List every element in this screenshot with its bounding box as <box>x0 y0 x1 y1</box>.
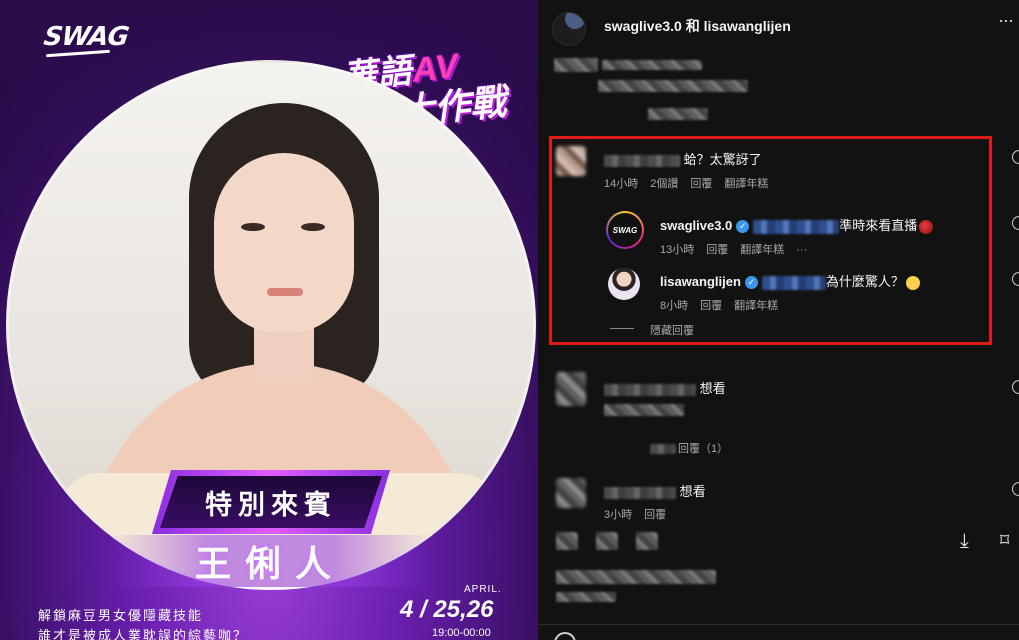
blurred-avatar <box>554 58 598 72</box>
download-icon[interactable]: ⤓ <box>960 530 969 553</box>
poster-tagline-1: 解鎖麻豆男女優隱藏技能 <box>38 608 204 623</box>
comment-meta: 3小時 回覆 <box>604 506 678 522</box>
blurred-text <box>602 60 702 70</box>
more-options-icon[interactable]: ··· <box>998 10 1014 31</box>
photo-lips <box>267 288 303 296</box>
reply-avatar-swag[interactable]: SWAG <box>606 211 644 249</box>
swag-logo: SWAG <box>41 22 131 52</box>
add-comment-bar <box>538 624 1019 640</box>
comment-time: 3小時 <box>604 509 633 521</box>
commenter-avatar-blurred[interactable] <box>556 146 586 176</box>
comment-meta: 14小時 2個讚 回覆 翻譯年糕 <box>604 175 780 191</box>
blurred-date <box>556 592 616 602</box>
reply-text: 為什麼驚人？ <box>825 274 904 289</box>
reply-username[interactable]: swaglive3.0 <box>660 218 732 233</box>
like-heart-icon[interactable] <box>1012 272 1019 286</box>
like-heart-icon[interactable] <box>1012 380 1019 394</box>
blurred-text <box>648 108 708 120</box>
blurred-text <box>650 444 676 455</box>
poster-tagline-2: 誰才是被成人業耽誤的綜藝咖？ <box>38 628 249 640</box>
poster-time: 19:00-00:00 <box>432 627 491 639</box>
photo-eye-left <box>241 223 265 231</box>
comment-text: 蛤？太驚訝了 <box>683 152 762 167</box>
reply-text: 準時來看直播 <box>839 218 918 233</box>
comment-reply-button[interactable]: 回覆 <box>644 509 666 521</box>
comment-text: 想看 <box>699 381 726 396</box>
like-heart-icon[interactable] <box>1012 150 1019 164</box>
like-heart-icon[interactable] <box>1012 216 1019 230</box>
photo-eye-right <box>301 223 325 231</box>
post-authors[interactable]: swaglive3.0 和 lisawanglijen <box>604 16 791 36</box>
commenter-name-blurred[interactable] <box>604 383 696 396</box>
post-image: SWAG 華語AV 復興大作戰 特別來賓 王俐人 解鎖麻豆男女優隱藏技能 誰才是… <box>0 0 538 640</box>
special-guest-label: 特別來賓 <box>160 476 382 528</box>
reply-reply-button[interactable]: 回覆 <box>706 244 728 256</box>
reply-username[interactable]: lisawanglijen <box>660 274 741 289</box>
comment-time: 14小時 <box>604 178 639 190</box>
blurred-meta <box>604 404 684 416</box>
comments-panel: swaglive3.0 和 lisawanglijen ··· 蛤？太驚訝了 1… <box>538 0 1019 640</box>
like-icon-blurred[interactable] <box>556 532 578 550</box>
comment-row: 想看 <box>604 378 726 397</box>
reply-meta: 13小時 回覆 翻譯年糕 ··· <box>660 241 819 257</box>
comment-row: 想看 <box>604 481 706 500</box>
hide-replies-line <box>610 328 634 329</box>
commenter-avatar-blurred[interactable] <box>556 478 586 508</box>
reply-meta: 8小時 回覆 翻譯年糕 <box>660 297 790 313</box>
verified-badge-icon: ✓ <box>744 276 758 290</box>
poster-date: 4 / 25,26 <box>400 596 494 623</box>
mention-blurred[interactable] <box>761 275 826 290</box>
post-header: swaglive3.0 和 lisawanglijen ··· <box>538 0 1019 52</box>
reply-row: lisawanglijen ✓ 為什麼驚人？ <box>660 271 920 290</box>
comment-icon-blurred[interactable] <box>596 532 618 550</box>
reply-time: 8小時 <box>660 300 689 312</box>
photo-face <box>214 153 354 333</box>
dancer-emoji-icon <box>919 219 934 234</box>
commenter-name-blurred[interactable] <box>604 154 680 167</box>
guest-name: 王俐人 <box>194 543 345 584</box>
comment-likes[interactable]: 2個讚 <box>650 178 678 190</box>
comment-reply-button[interactable]: 回覆 <box>690 178 712 190</box>
commenter-avatar-blurred[interactable] <box>556 372 586 406</box>
share-icon-blurred[interactable] <box>636 532 658 550</box>
comment-text: 想看 <box>679 484 706 499</box>
bookmark-icon[interactable]: ⌑ <box>1000 530 1009 551</box>
view-replies-label[interactable]: 回覆（1） <box>678 443 728 455</box>
hide-replies-button[interactable]: 隱藏回覆 <box>650 322 694 338</box>
nerd-face-emoji-icon <box>905 275 920 290</box>
blurred-likes <box>556 570 716 584</box>
comment-translate-button[interactable]: 翻譯年糕 <box>724 178 768 190</box>
reply-more-icon[interactable]: ··· <box>796 244 807 256</box>
mention-blurred[interactable] <box>753 219 840 234</box>
reply-translate-button[interactable]: 翻譯年糕 <box>740 244 784 256</box>
poster-date-month: APRIL. <box>464 584 502 595</box>
reply-time: 13小時 <box>660 244 695 256</box>
comment-row: 蛤？太驚訝了 <box>604 149 762 168</box>
view-replies-button[interactable]: 回覆（1） <box>650 440 740 456</box>
reply-translate-button[interactable]: 翻譯年糕 <box>734 300 778 312</box>
reply-avatar-lisa[interactable] <box>608 268 640 300</box>
header-avatar[interactable] <box>552 12 586 46</box>
reply-row: swaglive3.0 ✓ 準時來看直播 <box>660 215 934 234</box>
verified-badge-icon: ✓ <box>736 220 750 234</box>
blurred-text <box>598 80 748 92</box>
like-heart-icon[interactable] <box>1012 482 1019 496</box>
commenter-name-blurred[interactable] <box>604 486 676 499</box>
reply-reply-button[interactable]: 回覆 <box>700 300 722 312</box>
instagram-post-view: SWAG 華語AV 復興大作戰 特別來賓 王俐人 解鎖麻豆男女優隱藏技能 誰才是… <box>0 0 1019 640</box>
